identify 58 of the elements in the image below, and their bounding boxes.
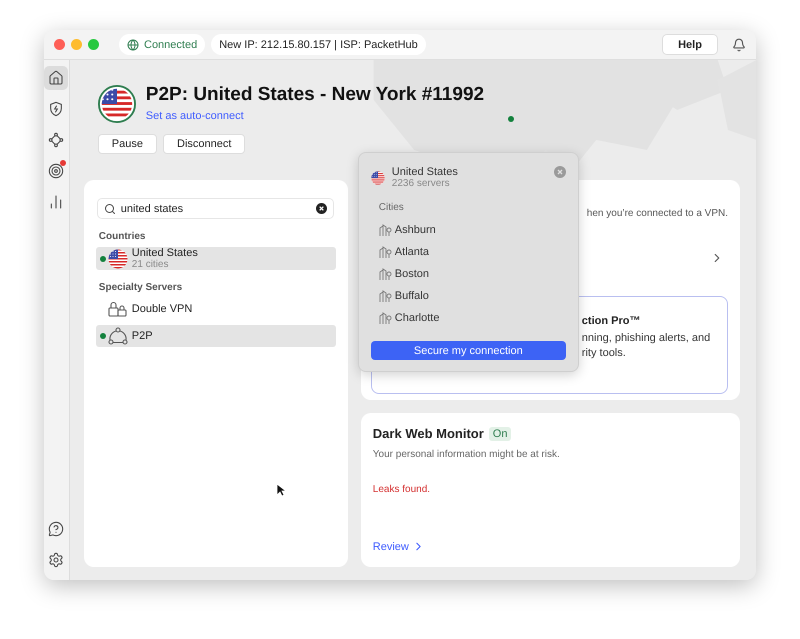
review-link[interactable]: Review (372, 540, 425, 553)
promo-title: ction Pro™ (582, 315, 642, 327)
section-heading: Countries (98, 231, 146, 242)
shield-icon (48, 101, 64, 117)
secure-button[interactable]: Secure my connection (370, 341, 566, 360)
flag-icon (108, 248, 128, 268)
peer-nodes-icon (108, 327, 128, 345)
city-item[interactable]: Boston (370, 263, 566, 285)
target-icon (48, 163, 64, 179)
server-row[interactable]: United States 21 cities (96, 247, 336, 270)
promo-text: nning, phishing alerts, and rity tools. (582, 331, 712, 361)
server-row[interactable]: P2P (96, 325, 336, 347)
city-pin-icon (378, 267, 393, 281)
city-pin-icon (378, 245, 393, 259)
connection-info: New IP: 212.15.80.157 | ISP: PacketHub (211, 34, 426, 55)
nodes-icon (48, 132, 64, 148)
alert-text: Leaks found. (372, 484, 432, 495)
disconnect-button[interactable]: Disconnect (163, 134, 246, 154)
globe-icon (127, 38, 139, 50)
status-badge: On (488, 426, 512, 440)
close-window-button[interactable] (54, 39, 65, 50)
city-item[interactable]: Charlotte (370, 307, 566, 329)
double-lock-icon (108, 301, 128, 317)
pause-button[interactable]: Pause (98, 134, 157, 154)
flag-icon (98, 85, 136, 123)
city-count: 21 cities (132, 259, 170, 270)
server-name: United States (132, 247, 198, 259)
section-heading: Cities (378, 202, 405, 213)
status-pill: Connected (119, 34, 206, 55)
clear-icon[interactable] (316, 203, 327, 214)
city-pin-icon (378, 289, 393, 303)
help-icon (48, 521, 64, 537)
bell-icon[interactable] (732, 38, 746, 52)
sidebar-item[interactable] (44, 66, 68, 90)
help-button[interactable]: Help (662, 34, 718, 55)
search-icon (104, 202, 116, 214)
search-field[interactable]: united states (120, 202, 311, 214)
auto-connect-link[interactable]: Set as auto-connect (146, 110, 244, 122)
card-text: hen you’re connected to a VPN. (586, 208, 728, 219)
server-name: Double VPN (132, 303, 192, 315)
flag-icon (370, 171, 385, 185)
server-name: P2P (132, 330, 153, 342)
cursor-icon (276, 483, 286, 497)
search-bar[interactable]: united states (96, 198, 334, 219)
server-title: P2P: United States - New York #11992 (146, 84, 484, 106)
home-icon (48, 70, 64, 86)
city-pin-icon (378, 311, 393, 325)
city-pin-icon (378, 223, 393, 237)
card-text: Your personal information might be at risk. (372, 449, 561, 460)
card-title: Dark Web Monitor (372, 426, 484, 441)
section-heading: Specialty Servers (98, 282, 184, 293)
city-item[interactable]: Ashburn (370, 219, 566, 241)
country-name: United States (392, 166, 458, 178)
server-row[interactable]: Double VPN (96, 298, 336, 320)
city-item[interactable]: Buffalo (370, 285, 566, 307)
city-item[interactable]: Atlanta (370, 241, 566, 263)
server-count: 2236 servers (392, 178, 451, 190)
settings-icon (48, 552, 64, 568)
